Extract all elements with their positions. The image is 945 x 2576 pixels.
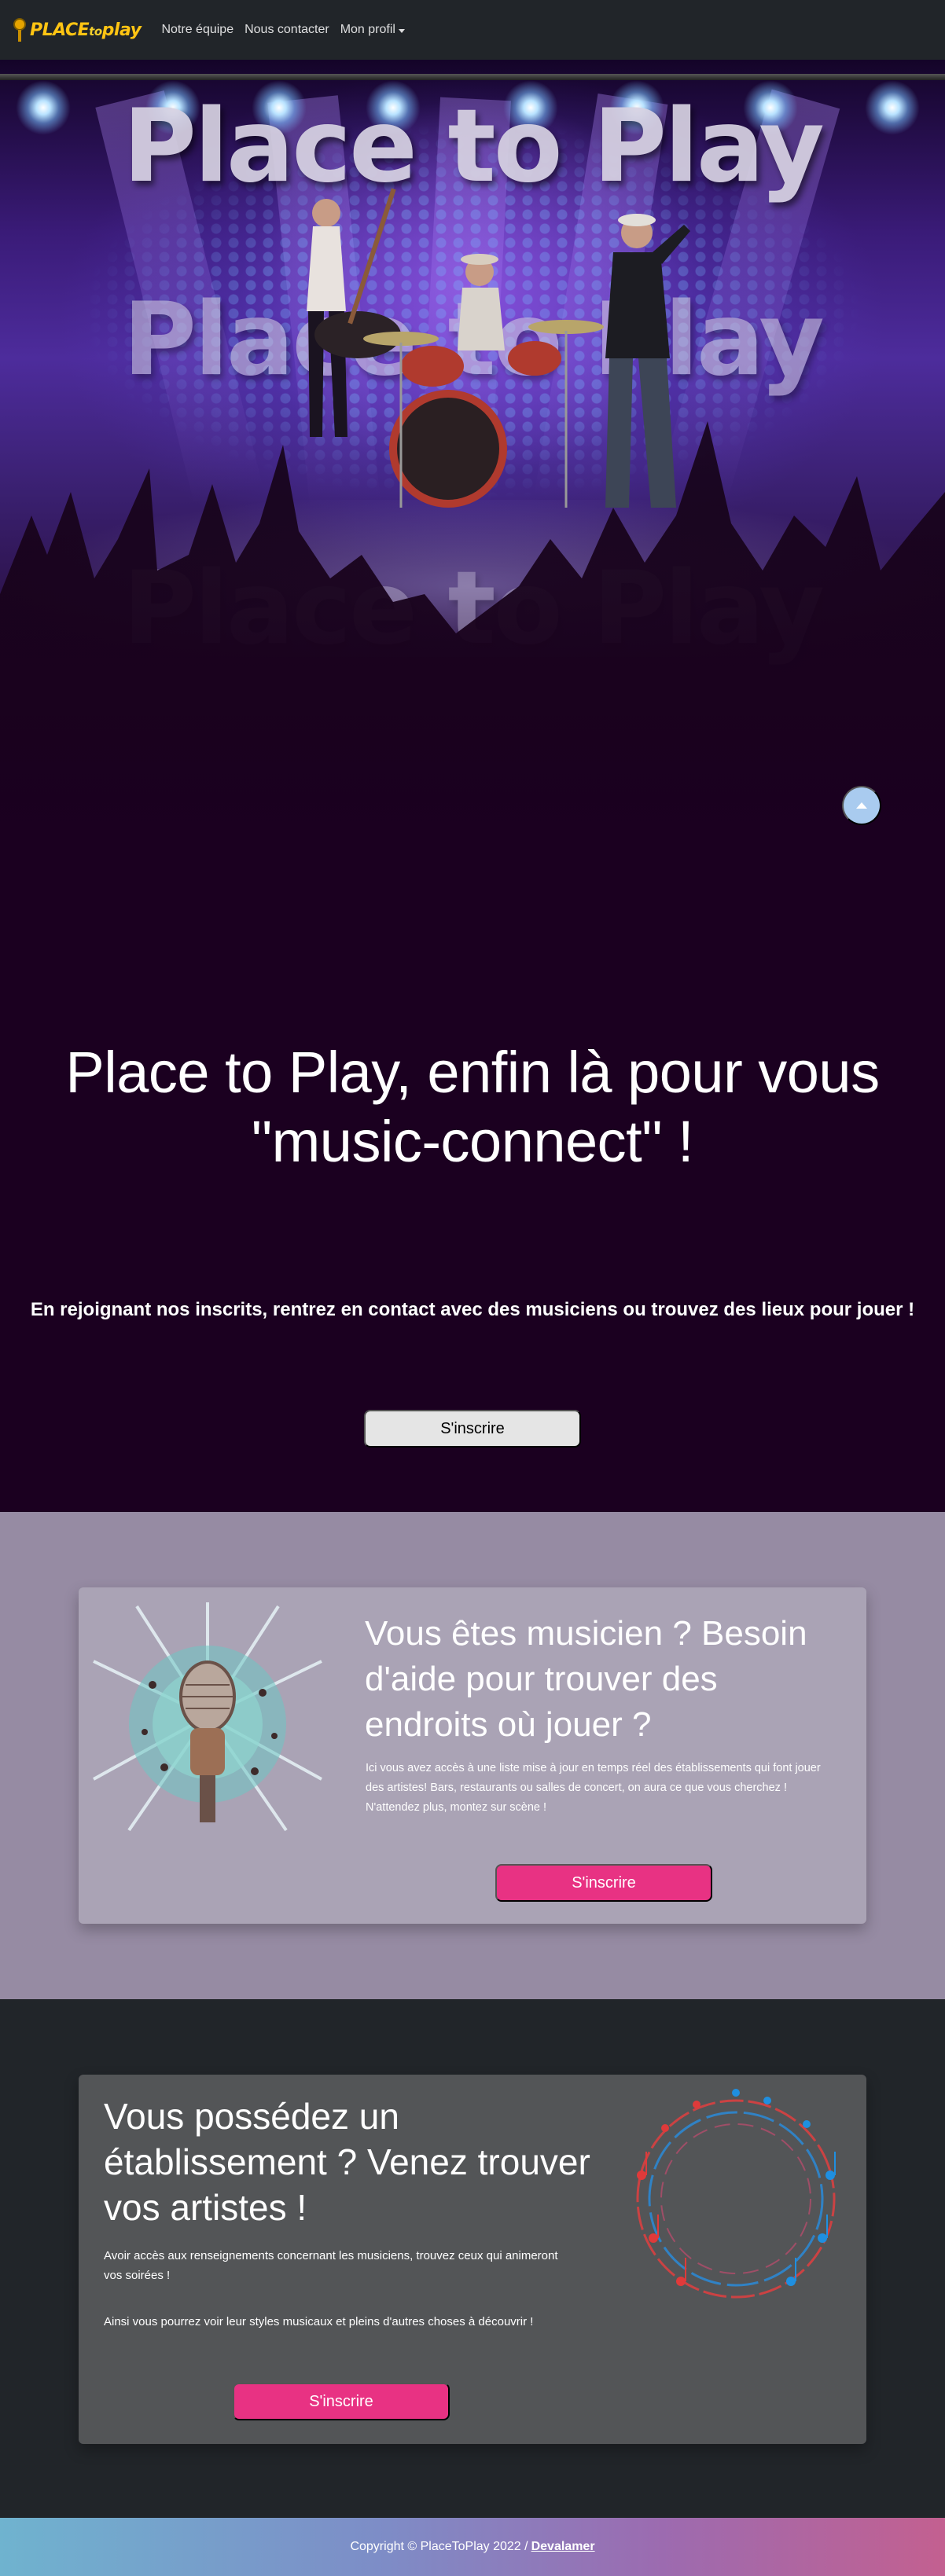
site-logo[interactable]: PLACEtoplay xyxy=(11,14,142,46)
navbar: PLACEtoplay Notre équipe Nous contacter … xyxy=(0,0,945,60)
musician-section: Vous êtes musicien ? Besoin d'aide pour … xyxy=(0,1512,945,1999)
signup-button-musician[interactable]: S'inscrire xyxy=(495,1864,712,1902)
scroll-to-top-button[interactable] xyxy=(842,786,881,825)
musician-text: Ici vous avez accès à une liste mise à j… xyxy=(366,1762,821,1814)
venue-text-2: Ainsi vous pourrez voir leur styles musi… xyxy=(104,2315,534,2328)
nav-link-contact[interactable]: Nous contacter xyxy=(245,23,329,37)
signup-button-intro[interactable]: S'inscrire xyxy=(364,1410,581,1448)
lighting-truss xyxy=(0,74,945,80)
intro-heading-line1: Place to Play, enfin là pour vous xyxy=(65,1040,880,1105)
logo-text: PLACEtoplay xyxy=(30,20,142,40)
intro-lead: En rejoignant nos inscrits, rentrez en c… xyxy=(30,1299,915,1320)
musician-card: Vous êtes musicien ? Besoin d'aide pour … xyxy=(79,1587,866,1924)
nav-link-team[interactable]: Notre équipe xyxy=(161,23,233,37)
nav-dropdown-profile-label: Mon profil xyxy=(340,23,395,36)
crowd-silhouette xyxy=(0,421,945,846)
intro-section: Place to Play, enfin là pour vous "music… xyxy=(0,846,945,1512)
musician-heading: Vous êtes musicien ? Besoin d'aide pour … xyxy=(365,1614,807,1744)
footer: Copyright © PlaceToPlay 2022 / Devalamer xyxy=(0,2518,945,2576)
music-notes-circle-illustration xyxy=(636,2089,836,2299)
hero-banner: Place to Play Place to Play Place to Pla… xyxy=(0,60,945,846)
microphone-logo-icon xyxy=(11,17,28,43)
footer-link-devalamer[interactable]: Devalamer xyxy=(531,2540,595,2554)
footer-copyright: Copyright © PlaceToPlay 2022 / xyxy=(350,2540,528,2553)
venue-card: Vous possédez un établissement ? Venez t… xyxy=(79,2075,866,2444)
caret-down-icon xyxy=(398,28,405,33)
microphone-illustration xyxy=(93,1602,322,1832)
signup-button-venue[interactable]: S'inscrire xyxy=(233,2383,450,2420)
intro-heading: Place to Play, enfin là pour vous "music… xyxy=(0,1038,945,1176)
venue-text-1: Avoir accès aux renseignements concernan… xyxy=(104,2249,558,2282)
venue-heading: Vous possédez un établissement ? Venez t… xyxy=(104,2096,590,2228)
nav-dropdown-profile[interactable]: Mon profil xyxy=(340,23,405,37)
venue-section: Vous possédez un établissement ? Venez t… xyxy=(0,1999,945,2518)
intro-heading-line2: "music-connect" ! xyxy=(251,1109,694,1174)
arrow-up-icon xyxy=(856,802,867,809)
